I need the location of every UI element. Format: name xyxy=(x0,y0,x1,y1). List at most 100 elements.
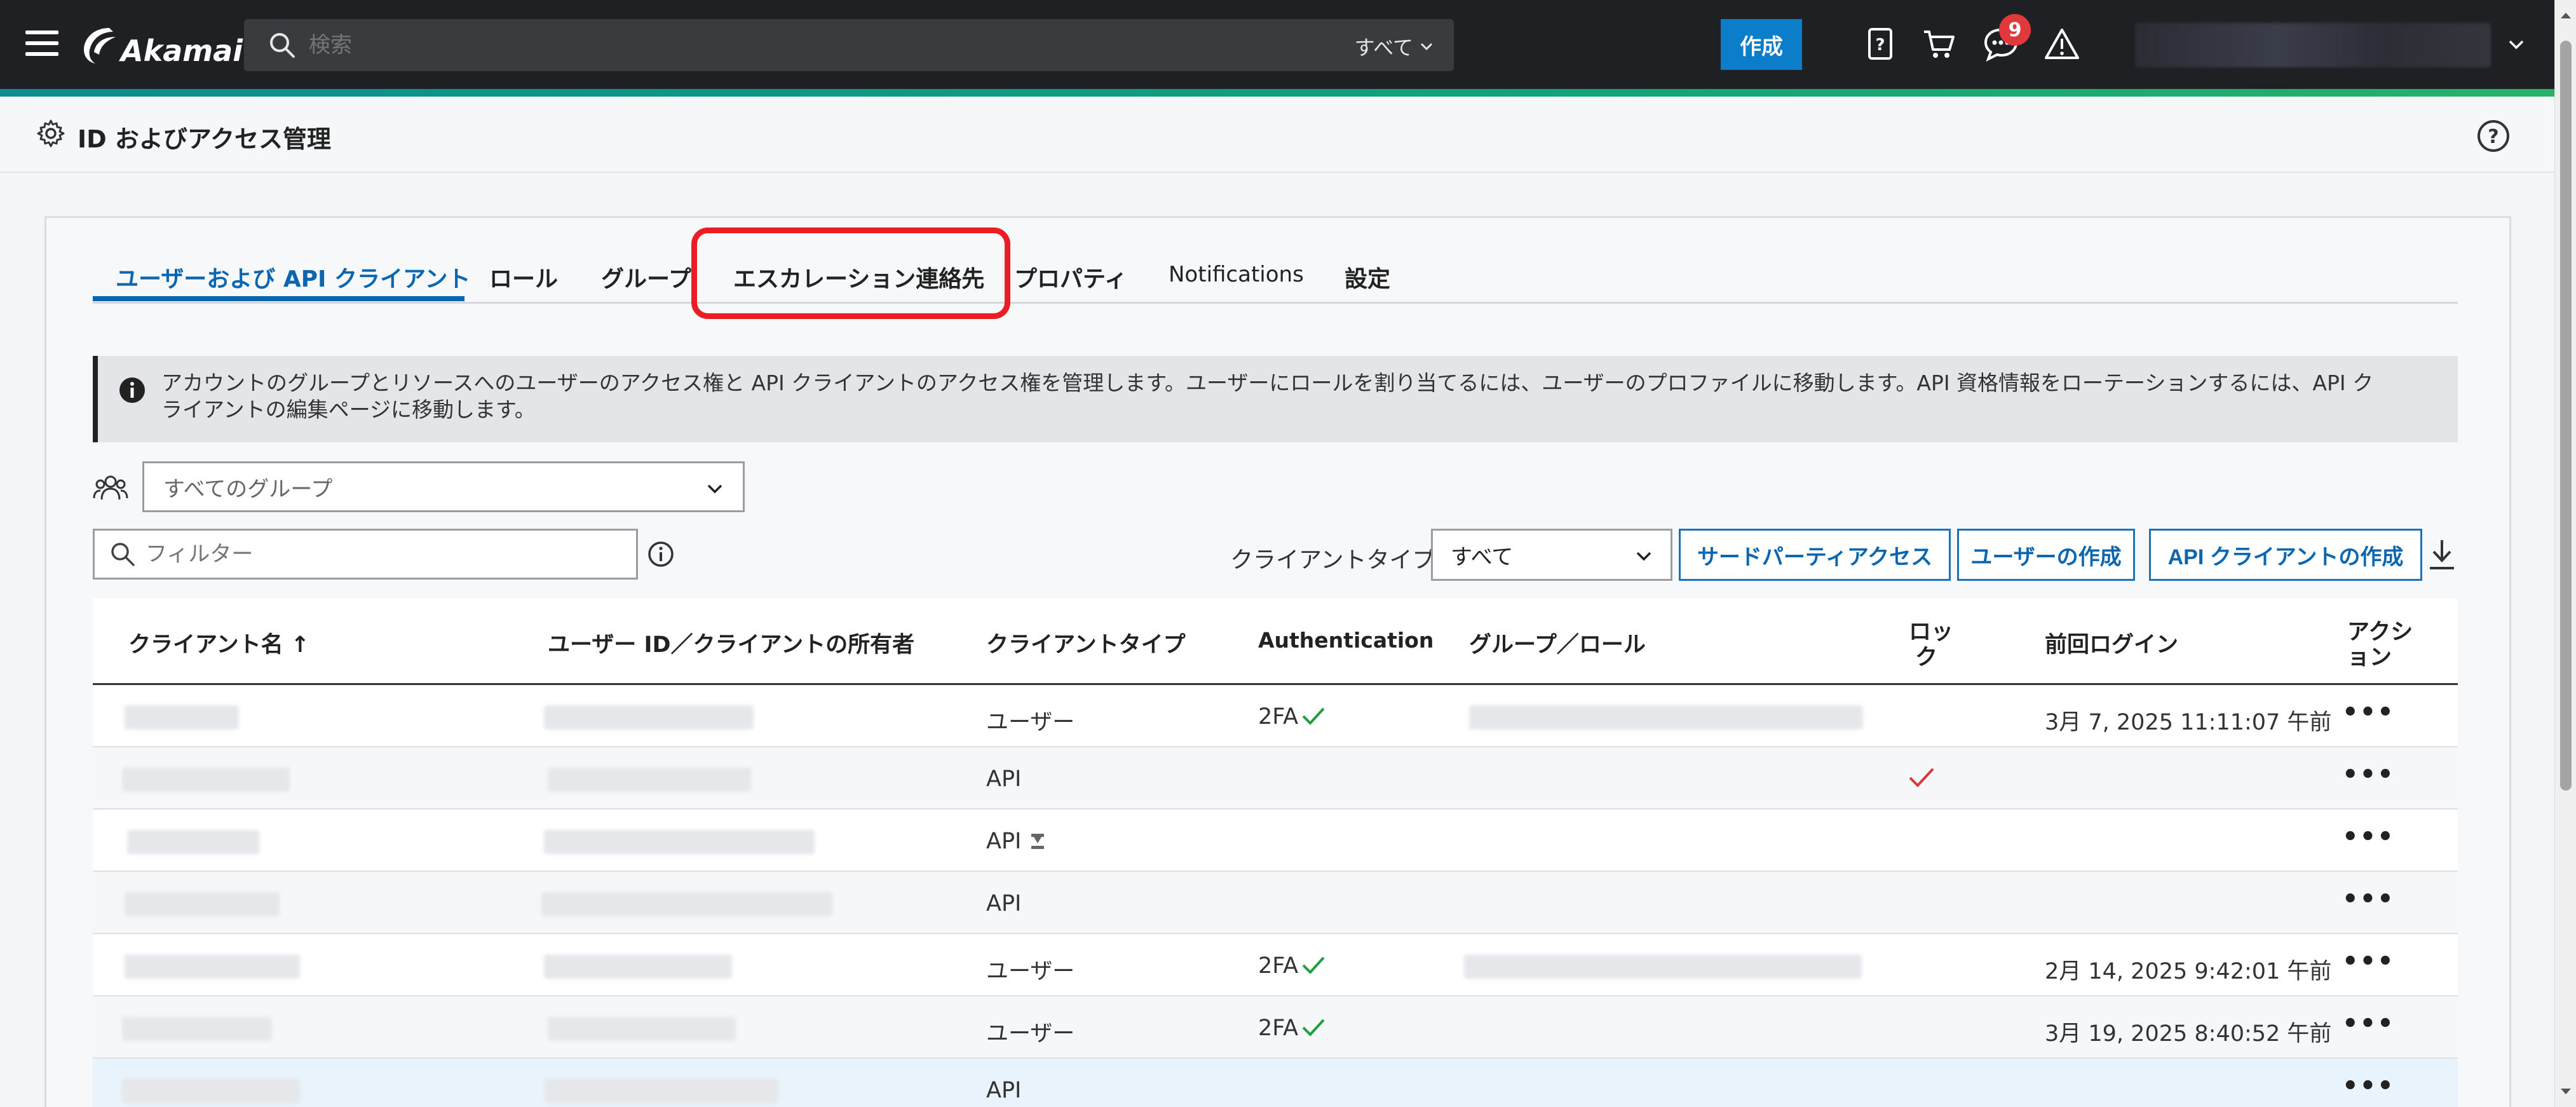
client-type-cell: API xyxy=(986,766,1022,792)
redacted-client-name xyxy=(125,705,239,730)
redacted-client-name xyxy=(122,1017,272,1041)
client-type-cell: ユーザー xyxy=(986,959,1075,984)
scroll-down-arrow-icon[interactable] xyxy=(2559,1084,2573,1098)
table-row[interactable]: ユーザー 2FA 3月 7, 2025 11:11:07 午前 ••• xyxy=(93,685,2458,747)
chevron-down-icon[interactable] xyxy=(2504,32,2529,57)
redacted-owner xyxy=(548,1017,736,1041)
info-text: アカウントのグループとリソースへのユーザーのアクセス権と API クライアントの… xyxy=(161,370,2436,423)
create-button[interactable]: 作成 xyxy=(1721,19,1802,70)
hamburger-menu-icon[interactable] xyxy=(25,31,58,56)
table-header: クライアント名 ↑ ユーザー ID／クライアントの所有者 クライアントタイプ A… xyxy=(93,599,2458,685)
alert-warning-icon[interactable] xyxy=(2042,24,2082,64)
column-header-lock-line2[interactable]: ク xyxy=(1915,639,1937,672)
chevron-down-icon xyxy=(1636,552,1651,561)
client-type-value: すべて xyxy=(1451,544,1514,570)
column-header-authentication[interactable]: Authentication xyxy=(1258,628,1434,653)
akamai-logo[interactable]: Akamai xyxy=(81,18,243,72)
tab-properties[interactable]: プロパティ xyxy=(1014,261,1127,294)
table-row[interactable]: API ••• xyxy=(93,872,2458,934)
auth-label: 2FA xyxy=(1258,953,1299,979)
check-icon xyxy=(1302,956,1325,974)
column-header-group-role[interactable]: グループ／ロール xyxy=(1469,627,1646,659)
auth-label: 2FA xyxy=(1258,1015,1299,1041)
brand-name: Akamai xyxy=(121,34,243,68)
check-icon xyxy=(1302,1019,1325,1036)
cart-icon[interactable] xyxy=(1919,24,1958,64)
filter-field[interactable] xyxy=(93,529,638,580)
redacted-owner xyxy=(541,892,832,916)
row-actions-menu[interactable]: ••• xyxy=(2342,947,2395,976)
search-input[interactable] xyxy=(309,32,1198,58)
last-login-cell: 2月 14, 2025 9:42:01 午前 xyxy=(2045,959,2332,984)
global-search-bar[interactable]: すべて xyxy=(244,19,1454,71)
table-row[interactable]: API ••• xyxy=(93,810,2458,872)
group-select[interactable]: すべてのグループ xyxy=(142,461,745,512)
row-actions-menu[interactable]: ••• xyxy=(2342,760,2395,789)
info-text-line: ライアントの編集ページに移動します。 xyxy=(161,397,536,422)
gear-icon xyxy=(37,119,65,147)
row-actions-menu[interactable]: ••• xyxy=(2342,698,2395,727)
row-actions-menu[interactable]: ••• xyxy=(2342,822,2395,852)
column-header-owner[interactable]: ユーザー ID／クライアントの所有者 xyxy=(548,627,914,659)
table-row[interactable]: ユーザー 2FA 2月 14, 2025 9:42:01 午前 ••• xyxy=(93,934,2458,996)
active-tab-indicator xyxy=(93,296,464,301)
redacted-client-name xyxy=(127,830,259,854)
redacted-owner xyxy=(548,768,751,792)
client-type-cell: ユーザー xyxy=(986,710,1075,735)
tab-users-api-clients[interactable]: ユーザーおよび API クライアント xyxy=(116,261,471,294)
create-user-button[interactable]: ユーザーの作成 xyxy=(1957,529,2135,581)
row-actions-menu[interactable]: ••• xyxy=(2342,1071,2395,1101)
redacted-owner xyxy=(544,705,754,730)
column-header-last-login[interactable]: 前回ログイン xyxy=(2045,627,2178,659)
third-party-access-button[interactable]: サードパーティアクセス xyxy=(1679,529,1951,581)
auth-cell: 2FA xyxy=(1258,1015,1326,1041)
clients-table: クライアント名 ↑ ユーザー ID／クライアントの所有者 クライアントタイプ A… xyxy=(93,599,2458,1107)
auth-label: 2FA xyxy=(1258,704,1299,730)
tab-settings[interactable]: 設定 xyxy=(1345,261,1390,294)
redacted-client-name xyxy=(122,1079,300,1103)
auth-cell: 2FA xyxy=(1258,953,1326,979)
tab-highlight-annotation xyxy=(691,228,1010,319)
page-title: ID およびアクセス管理 xyxy=(78,125,332,153)
tab-groups[interactable]: グループ xyxy=(601,261,691,294)
help-guide-icon[interactable]: ? xyxy=(1861,24,1900,64)
info-icon xyxy=(119,377,145,403)
filter-input[interactable] xyxy=(146,541,628,567)
tab-notifications[interactable]: Notifications xyxy=(1169,262,1304,287)
table-row[interactable]: ユーザー 2FA 3月 19, 2025 8:40:52 午前 ••• xyxy=(93,996,2458,1059)
page-header: ID およびアクセス管理 ? xyxy=(0,97,2554,173)
users-group-icon xyxy=(93,475,128,500)
column-header-client-name[interactable]: クライアント名 ↑ xyxy=(128,627,309,659)
scroll-thumb[interactable] xyxy=(2560,41,2572,791)
last-login-cell: 3月 19, 2025 8:40:52 午前 xyxy=(2045,1021,2332,1047)
create-api-client-button[interactable]: API クライアントの作成 xyxy=(2149,529,2422,581)
svg-text:?: ? xyxy=(2488,126,2498,148)
info-banner: アカウントのグループとリソースへのユーザーのアクセス権と API クライアントの… xyxy=(93,356,2458,442)
brand-accent-stripe xyxy=(0,89,2554,97)
column-header-client-type[interactable]: クライアントタイプ xyxy=(986,627,1186,659)
locked-check-icon xyxy=(1909,768,1934,787)
row-actions-menu[interactable]: ••• xyxy=(2342,1009,2395,1038)
account-switcher[interactable] xyxy=(2135,23,2491,67)
redacted-client-name xyxy=(125,954,300,979)
scroll-up-arrow-icon[interactable] xyxy=(2559,9,2573,23)
notification-count-badge: 9 xyxy=(1999,14,2031,46)
group-select-value: すべてのグループ xyxy=(163,476,333,502)
redacted-owner xyxy=(544,954,732,979)
client-type-select[interactable]: すべて xyxy=(1431,529,1672,581)
redacted-owner xyxy=(544,830,815,854)
vertical-scrollbar[interactable] xyxy=(2554,0,2576,1107)
row-actions-menu[interactable]: ••• xyxy=(2342,885,2395,914)
client-type-cell: API xyxy=(986,829,1047,854)
table-row[interactable]: API ••• xyxy=(93,1059,2458,1107)
redacted-owner xyxy=(545,1079,778,1103)
redacted-client-name xyxy=(122,768,290,792)
client-type-cell: API xyxy=(986,1078,1022,1103)
table-row[interactable]: API ••• xyxy=(93,747,2458,810)
search-scope-dropdown[interactable]: すべて xyxy=(1355,32,1434,61)
search-icon xyxy=(111,543,135,566)
info-circle-icon[interactable] xyxy=(647,540,675,568)
download-icon[interactable] xyxy=(2426,536,2458,572)
tab-roles[interactable]: ロール xyxy=(489,261,558,294)
help-circle-icon[interactable]: ? xyxy=(2476,118,2511,154)
